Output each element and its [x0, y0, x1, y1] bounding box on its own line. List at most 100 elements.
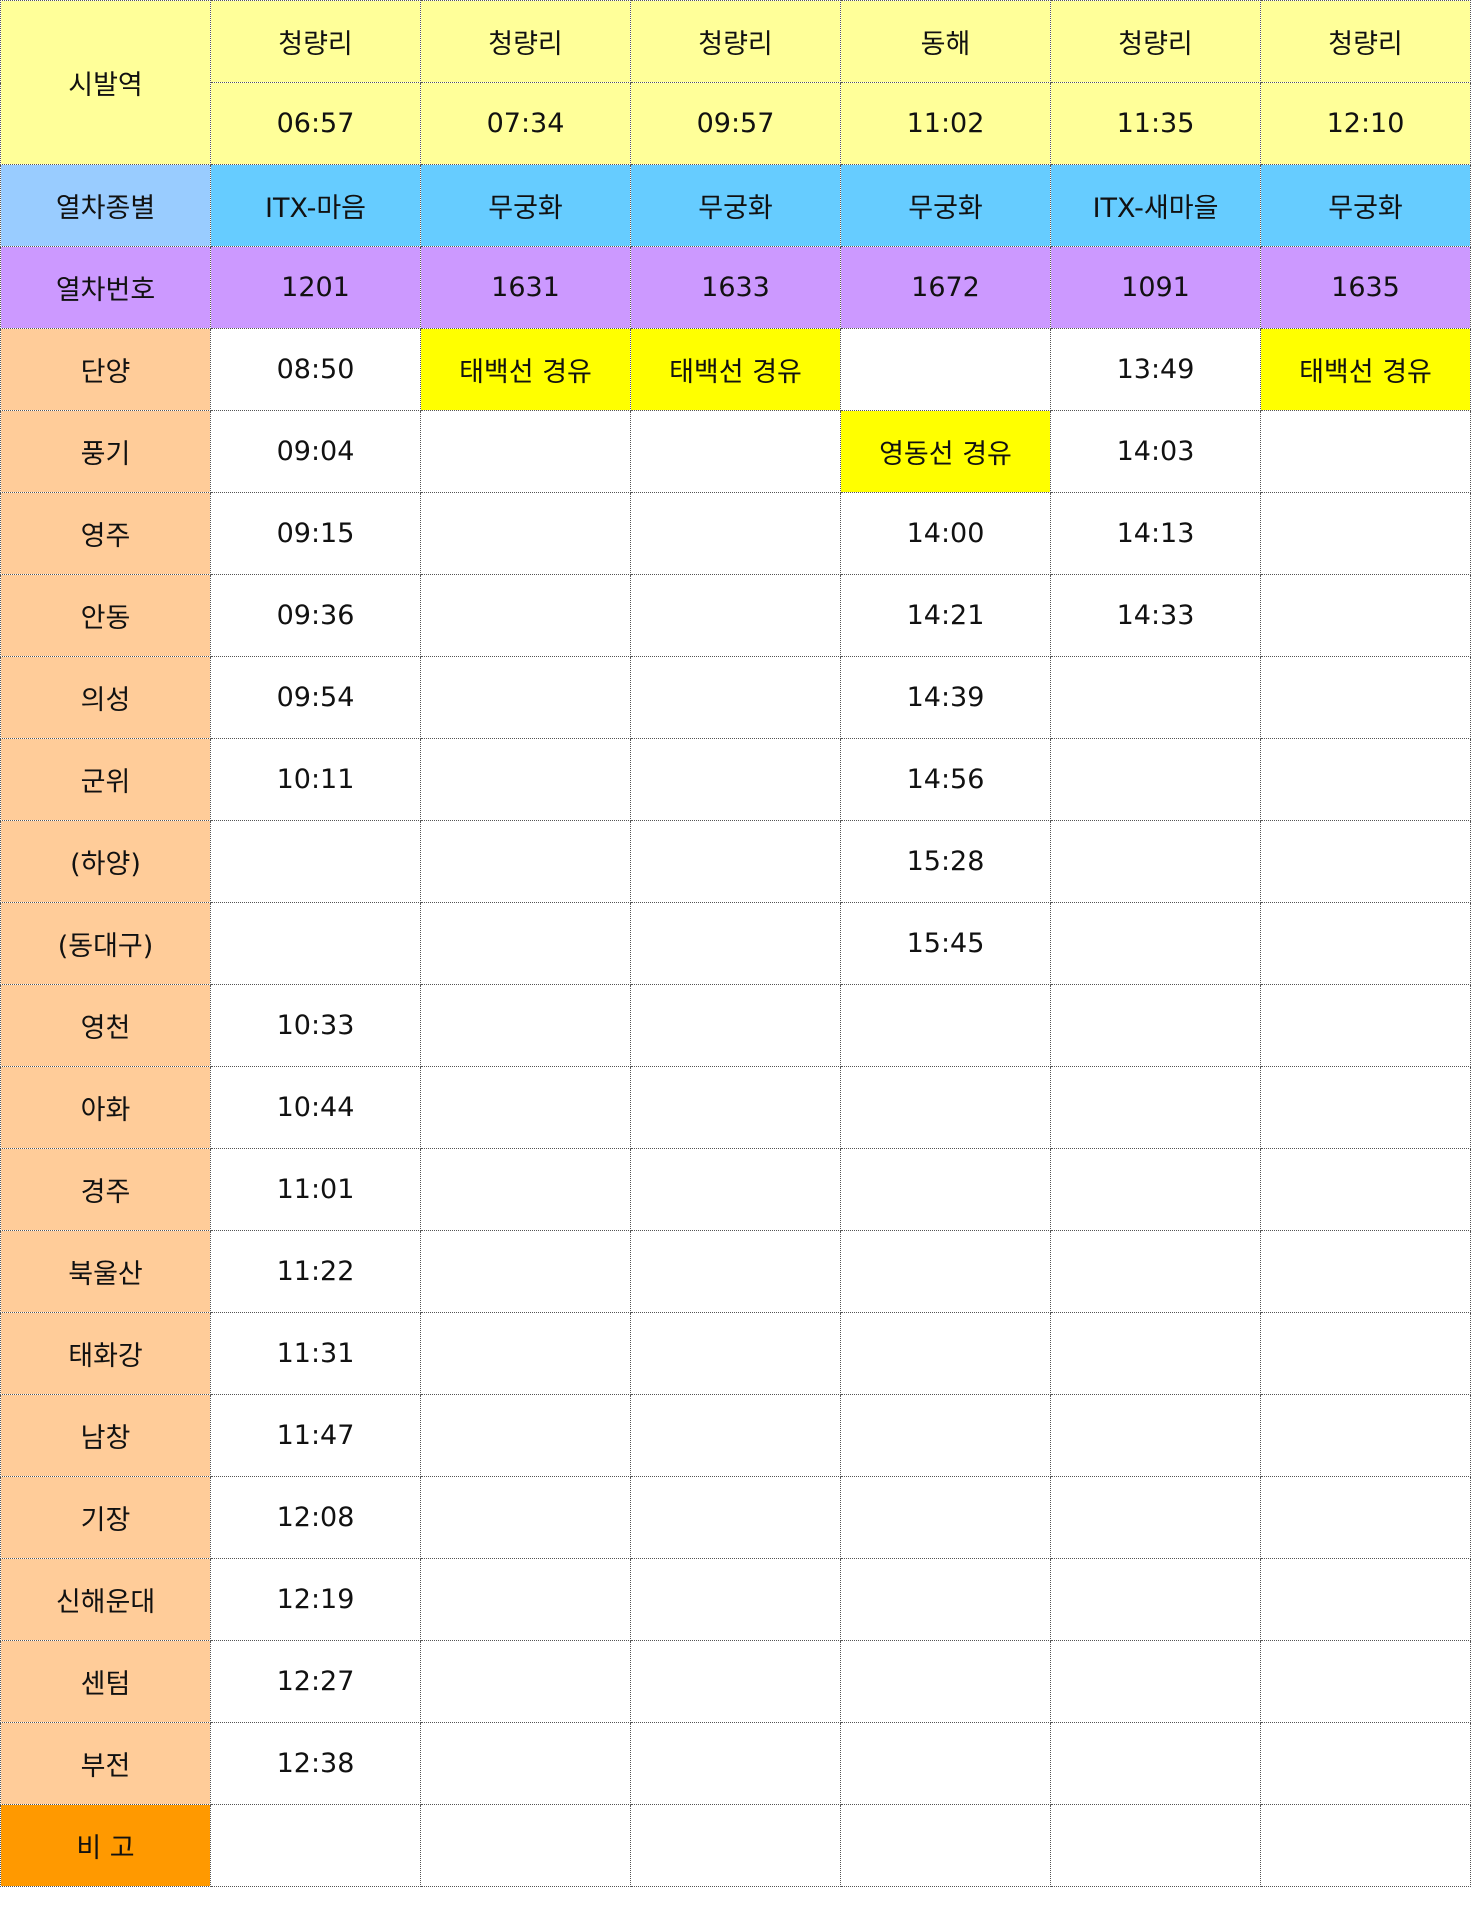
time-cell — [840, 1558, 1051, 1641]
station-row: 경주 11:01 — [0, 1148, 1471, 1231]
time-cell — [1260, 820, 1471, 903]
station-name-cell: 풍기 — [0, 410, 211, 493]
station-row: 기장 12:08 — [0, 1476, 1471, 1559]
train-number-row: 열차번호 1201 1631 1633 1672 1091 1635 — [0, 246, 1471, 329]
train-type-cell: ITX-새마을 — [1050, 164, 1261, 247]
time-cell — [420, 1230, 631, 1313]
time-cell — [840, 1476, 1051, 1559]
time-cell — [1050, 1476, 1261, 1559]
station-row: 태화강 11:31 — [0, 1312, 1471, 1395]
station-name-cell: 영천 — [0, 984, 211, 1067]
time-cell — [420, 492, 631, 575]
time-cell — [630, 1558, 841, 1641]
time-cell — [420, 1558, 631, 1641]
time-cell — [1260, 1640, 1471, 1723]
time-cell — [420, 902, 631, 985]
remarks-cell — [1260, 1804, 1471, 1887]
time-cell — [420, 574, 631, 657]
remarks-row: 비 고 — [0, 1804, 1471, 1887]
remarks-cell — [1050, 1804, 1261, 1887]
time-cell — [1050, 1066, 1261, 1149]
time-cell — [630, 1640, 841, 1723]
time-cell — [1050, 902, 1261, 985]
time-cell — [840, 1394, 1051, 1477]
station-name-cell: 경주 — [0, 1148, 211, 1231]
origin-cell: 청량리 — [420, 0, 631, 83]
station-row: 풍기 09:04 영동선 경유 14:03 — [0, 410, 1471, 493]
time-cell — [1260, 574, 1471, 657]
remarks-cell — [210, 1804, 421, 1887]
train-number-label: 열차번호 — [0, 246, 211, 329]
time-cell — [420, 410, 631, 493]
time-cell — [420, 820, 631, 903]
station-name-cell: 북울산 — [0, 1230, 211, 1313]
time-cell: 14:21 — [840, 574, 1051, 657]
train-number-cell: 1635 — [1260, 246, 1471, 329]
remarks-label: 비 고 — [0, 1804, 211, 1887]
time-cell — [630, 574, 841, 657]
time-cell: 09:04 — [210, 410, 421, 493]
time-cell: 10:44 — [210, 1066, 421, 1149]
station-name-cell: 부전 — [0, 1722, 211, 1805]
origin-row: 시발역 청량리 청량리 청량리 동해 청량리 청량리 — [0, 0, 1471, 165]
train-type-cell: 무궁화 — [630, 164, 841, 247]
via-route-cell: 태백선 경유 — [420, 328, 631, 411]
time-cell — [1260, 1066, 1471, 1149]
via-route-cell: 태백선 경유 — [1260, 328, 1471, 411]
origin-cell: 청량리 — [630, 0, 841, 83]
time-cell: 12:19 — [210, 1558, 421, 1641]
time-cell — [1050, 656, 1261, 739]
time-cell — [1260, 1722, 1471, 1805]
via-route-cell: 태백선 경유 — [630, 328, 841, 411]
station-row: 단양 08:50 태백선 경유 태백선 경유 13:49 태백선 경유 — [0, 328, 1471, 411]
time-cell — [1260, 410, 1471, 493]
station-row: 군위 10:11 14:56 — [0, 738, 1471, 821]
time-cell — [420, 1312, 631, 1395]
time-cell — [1050, 1312, 1261, 1395]
time-cell — [420, 1394, 631, 1477]
time-cell: 15:28 — [840, 820, 1051, 903]
station-name-cell: 군위 — [0, 738, 211, 821]
time-cell — [630, 984, 841, 1067]
remarks-cell — [420, 1804, 631, 1887]
time-cell — [630, 820, 841, 903]
train-number-cell: 1201 — [210, 246, 421, 329]
station-row: 안동 09:36 14:21 14:33 — [0, 574, 1471, 657]
time-cell — [1260, 902, 1471, 985]
time-cell: 09:36 — [210, 574, 421, 657]
time-cell — [420, 1066, 631, 1149]
time-cell: 14:39 — [840, 656, 1051, 739]
time-cell — [630, 1476, 841, 1559]
time-cell — [840, 1312, 1051, 1395]
time-cell — [420, 738, 631, 821]
train-type-cell: 무궁화 — [840, 164, 1051, 247]
timetable-body: 시발역 청량리 청량리 청량리 동해 청량리 청량리 06:57 07:34 0… — [0, 0, 1471, 1887]
station-row: 의성 09:54 14:39 — [0, 656, 1471, 739]
time-cell: 14:03 — [1050, 410, 1261, 493]
time-cell — [1260, 1558, 1471, 1641]
departure-time-cell: 06:57 — [210, 82, 421, 165]
time-cell — [630, 1066, 841, 1149]
station-name-cell: 기장 — [0, 1476, 211, 1559]
train-number-cell: 1091 — [1050, 246, 1261, 329]
time-cell: 14:33 — [1050, 574, 1261, 657]
time-cell: 14:56 — [840, 738, 1051, 821]
time-cell: 10:11 — [210, 738, 421, 821]
time-cell — [630, 1722, 841, 1805]
station-name-cell: 영주 — [0, 492, 211, 575]
time-cell — [1050, 1394, 1261, 1477]
time-cell: 09:15 — [210, 492, 421, 575]
station-name-cell: 신해운대 — [0, 1558, 211, 1641]
departure-time-cell: 07:34 — [420, 82, 631, 165]
time-cell: 11:01 — [210, 1148, 421, 1231]
station-row: 영주 09:15 14:00 14:13 — [0, 492, 1471, 575]
time-cell: 14:13 — [1050, 492, 1261, 575]
time-cell — [1260, 1476, 1471, 1559]
departure-row: 06:57 07:34 09:57 11:02 11:35 12:10 — [1, 82, 1471, 165]
station-row: 영천 10:33 — [0, 984, 1471, 1067]
time-cell — [420, 1640, 631, 1723]
time-cell: 12:08 — [210, 1476, 421, 1559]
station-name-cell: 단양 — [0, 328, 211, 411]
time-cell: 13:49 — [1050, 328, 1261, 411]
time-cell — [840, 1230, 1051, 1313]
